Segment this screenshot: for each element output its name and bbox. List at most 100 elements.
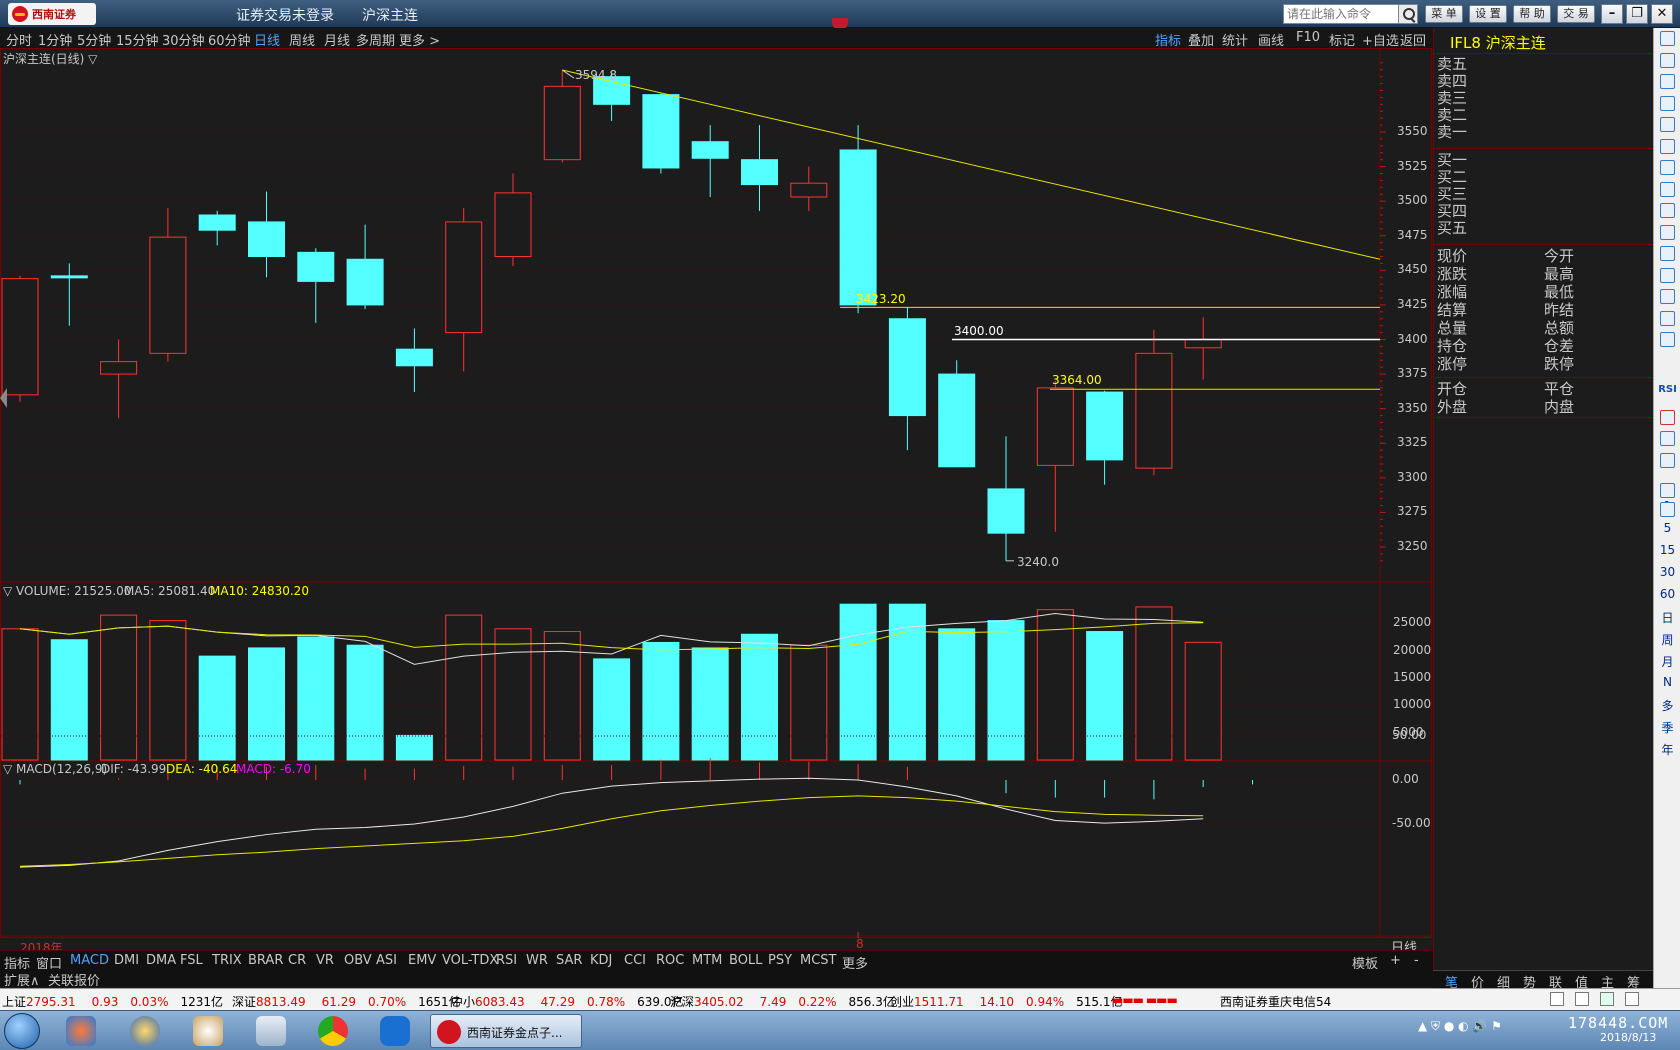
tab-expand[interactable]: 扩展∧ (4, 970, 40, 989)
index-quote[interactable]: 上证2795.31 0.93 0.03% 1231亿 (2, 993, 223, 1010)
tool-back[interactable]: 返回 (1400, 30, 1426, 49)
indicator-right-2[interactable]: - (1414, 953, 1419, 968)
vtool-2[interactable]: 5 (1654, 521, 1680, 535)
indicator-tab-16[interactable]: SAR (556, 953, 582, 968)
vtool-12[interactable]: 年 (1654, 741, 1680, 758)
indicator-tab-6[interactable]: TRIX (212, 953, 242, 968)
active-task-button[interactable]: 西南证券金点子... (430, 1014, 582, 1048)
chart-area[interactable]: 沪深主连(日线) ▽ 3594.8 3240.0 3423.20 3400.00… (0, 48, 1433, 956)
grid-icon[interactable] (1660, 95, 1675, 111)
number-icon[interactable] (1660, 289, 1675, 304)
dollar-icon[interactable] (1660, 410, 1675, 425)
indicator-tab-19[interactable]: ROC (656, 953, 684, 968)
vtool-7[interactable]: 周 (1654, 631, 1680, 648)
table-icon[interactable] (1660, 117, 1675, 132)
index-quote[interactable]: 沪深3405.02 7.49 0.22% 856.3亿 (670, 993, 895, 1010)
indicator-tab-13[interactable]: VOL-TDX (442, 953, 498, 968)
tool-overlay[interactable]: 叠加 (1188, 30, 1214, 49)
indicator-tab-11[interactable]: ASI (376, 953, 397, 968)
indicator-right-1[interactable]: + (1390, 953, 1401, 968)
indicator-tab-18[interactable]: CCI (624, 953, 646, 968)
tab-period-4[interactable]: 30分钟 (162, 30, 205, 49)
search-circle-icon[interactable] (1660, 310, 1675, 326)
move-icon[interactable] (1660, 431, 1675, 446)
vtool-8[interactable]: 月 (1654, 653, 1680, 670)
tab-period-8[interactable]: 月线 (324, 30, 350, 49)
search-icon[interactable] (1398, 4, 1418, 24)
list-icon[interactable] (1660, 181, 1675, 197)
indicator-tab-4[interactable]: DMA (146, 953, 176, 968)
f5-icon[interactable] (1660, 483, 1675, 498)
vtool-3[interactable]: 15 (1654, 543, 1680, 557)
f10-icon[interactable] (1660, 203, 1675, 218)
indicator-tab-10[interactable]: OBV (344, 953, 372, 968)
tab-period-1[interactable]: 1分钟 (38, 30, 72, 49)
document-icon[interactable] (1660, 246, 1675, 261)
vtool-5[interactable]: 60 (1654, 587, 1680, 601)
vtool-9[interactable]: N (1654, 675, 1680, 689)
tab-period-3[interactable]: 15分钟 (116, 30, 159, 49)
indicator-tab-21[interactable]: BOLL (729, 953, 762, 968)
tool-add-watchlist[interactable]: +自选 (1362, 30, 1399, 49)
start-button[interactable] (4, 1013, 40, 1049)
tool-stats[interactable]: 统计 (1222, 30, 1248, 49)
close-button[interactable]: ✕ (1651, 4, 1673, 24)
tool-mark[interactable]: 标记 (1329, 30, 1355, 49)
chrome-icon[interactable] (318, 1016, 348, 1046)
tab-related-quotes[interactable]: 关联报价 (48, 970, 100, 989)
network-icon[interactable] (1600, 992, 1614, 1006)
calculator-icon[interactable] (256, 1016, 286, 1046)
minimize-button[interactable]: – (1601, 4, 1623, 24)
settings-button[interactable]: 设 置 (1469, 5, 1507, 23)
app-icon-2[interactable] (130, 1016, 160, 1046)
up-arrow-icon[interactable] (1660, 31, 1675, 46)
tool-f10[interactable]: F10 (1296, 30, 1320, 45)
tab-period-9[interactable]: 多周期 (356, 30, 395, 49)
indicator-tab-5[interactable]: FSL (180, 953, 203, 968)
tab-period-7[interactable]: 周线 (289, 30, 315, 49)
indicator-tab-15[interactable]: WR (526, 953, 548, 968)
indicator-tab-7[interactable]: BRAR (248, 953, 283, 968)
system-tray[interactable]: ▲ ⛨ ● ◐ 🔊 ⚑ (1418, 1019, 1502, 1034)
indicator-tab-14[interactable]: RSI (496, 953, 517, 968)
indicator-tab-20[interactable]: MTM (692, 953, 722, 968)
tab-period-2[interactable]: 5分钟 (77, 30, 111, 49)
wave-icon[interactable] (1660, 332, 1675, 347)
index-quote[interactable]: 深证8813.49 61.29 0.70% 1651亿 (232, 993, 461, 1010)
tab-period-0[interactable]: 分时 (6, 30, 32, 49)
line-chart-icon[interactable] (1660, 138, 1675, 154)
indicator-tab-3[interactable]: DMI (114, 953, 139, 968)
menu-button[interactable]: 菜 单 (1425, 5, 1463, 23)
down-outline-icon[interactable] (1660, 74, 1675, 89)
f2-icon[interactable] (1660, 267, 1675, 283)
settings-small-icon[interactable] (1625, 992, 1639, 1006)
tab-period-5[interactable]: 60分钟 (208, 30, 251, 49)
info-icon[interactable] (1660, 224, 1675, 240)
help-button[interactable]: 帮 助 (1513, 5, 1551, 23)
vtool-0[interactable]: RSI (1654, 384, 1680, 395)
restore-button[interactable]: ❐ (1626, 4, 1648, 24)
vtool-10[interactable]: 多 (1654, 697, 1680, 714)
bar-chart-icon[interactable] (1660, 160, 1675, 175)
index-quote[interactable]: 中小6083.43 47.29 0.78% 639.0亿 (451, 993, 683, 1010)
indicator-tab-2[interactable]: MACD (70, 953, 109, 968)
indicator-tab-8[interactable]: CR (288, 953, 306, 968)
tab-period-6[interactable]: 日线 (254, 30, 280, 49)
command-input[interactable] (1283, 4, 1401, 24)
indicator-tab-23[interactable]: MCST (800, 953, 837, 968)
window-icon[interactable] (1550, 992, 1564, 1006)
tool-indicator[interactable]: 指标 (1155, 30, 1181, 49)
indicator-tab-9[interactable]: VR (316, 953, 334, 968)
tool-draw[interactable]: 画线 (1258, 30, 1284, 49)
pencil-icon[interactable] (1660, 453, 1675, 468)
paint-icon[interactable] (193, 1016, 223, 1046)
mail-icon[interactable] (1575, 992, 1589, 1006)
tab-period-10[interactable]: 更多 > (399, 30, 440, 49)
trade-button[interactable]: 交 易 (1557, 5, 1595, 23)
indicator-tab-17[interactable]: KDJ (590, 953, 612, 968)
indicator-tab-12[interactable]: EMV (408, 953, 436, 968)
vtool-6[interactable]: 日 (1654, 609, 1680, 626)
image-icon[interactable] (1660, 502, 1675, 517)
app-icon-1[interactable] (66, 1016, 96, 1046)
vtool-11[interactable]: 季 (1654, 719, 1680, 736)
